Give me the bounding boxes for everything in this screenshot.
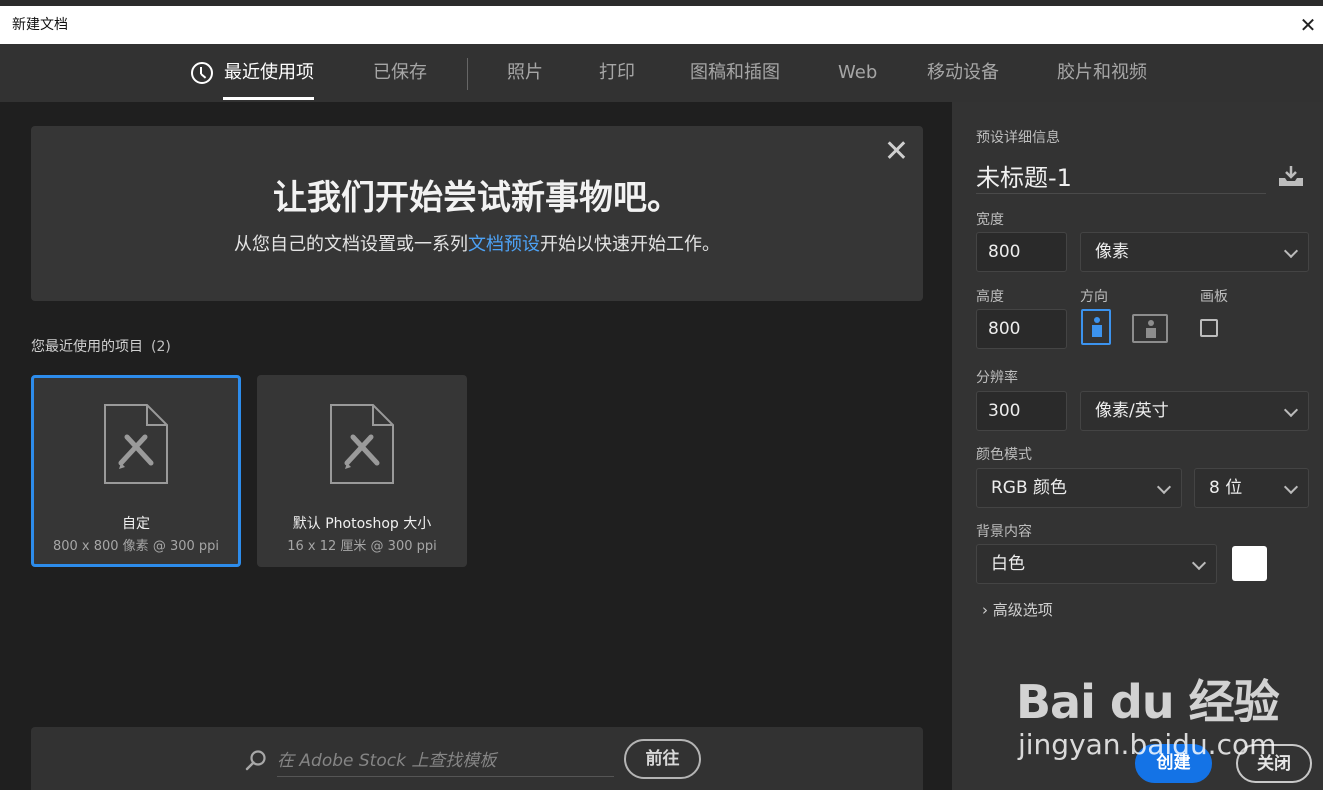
chevron-down-icon xyxy=(1156,479,1172,495)
welcome-subtext-after: 开始以快速开始工作。 xyxy=(540,234,720,255)
document-icon xyxy=(330,404,394,484)
search-icon xyxy=(245,750,266,771)
chevron-down-icon xyxy=(1283,479,1299,495)
landscape-orientation-button[interactable] xyxy=(1132,314,1168,343)
background-label: 背景内容 xyxy=(976,524,1032,540)
resolution-unit-select[interactable]: 像素/英寸 xyxy=(1080,391,1309,431)
welcome-headline: 让我们开始尝试新事物吧。 xyxy=(273,178,681,218)
clock-icon xyxy=(191,62,213,84)
recent-item-meta: 16 x 12 厘米 @ 300 ppi xyxy=(287,539,437,554)
dismiss-banner-button[interactable]: ✕ xyxy=(884,134,909,169)
welcome-subtext: 从您自己的文档设置或一系列文档预设开始以快速开始工作。 xyxy=(31,230,923,256)
recent-item-card[interactable]: 默认 Photoshop 大小 16 x 12 厘米 @ 300 ppi xyxy=(257,375,467,567)
portrait-orientation-button[interactable] xyxy=(1081,309,1111,345)
save-preset-icon[interactable] xyxy=(1277,164,1305,188)
background-color-swatch[interactable] xyxy=(1232,546,1267,581)
document-name-field[interactable]: 未标题-1 xyxy=(976,158,1266,194)
main-content: 让我们开始尝试新事物吧。 从您自己的文档设置或一系列文档预设开始以快速开始工作。… xyxy=(0,102,952,790)
chevron-down-icon xyxy=(1283,243,1299,259)
recent-items-count: (2) xyxy=(151,339,171,355)
portrait-icon xyxy=(1092,317,1102,337)
bit-depth-select[interactable]: 8 位 xyxy=(1194,468,1309,508)
active-tab-underline xyxy=(223,97,314,100)
title-bar: 新建文档 ✕ xyxy=(0,0,1323,44)
orientation-label: 方向 xyxy=(1080,289,1108,305)
recent-items-heading: 您最近使用的项目 (2) xyxy=(31,336,171,356)
watermark-url: jingyan.baidu.com xyxy=(1018,728,1277,761)
artboard-checkbox[interactable] xyxy=(1200,319,1218,337)
resolution-input[interactable]: 300 xyxy=(976,391,1067,431)
tab-photo[interactable]: 照片 xyxy=(507,44,543,102)
tab-divider xyxy=(467,58,468,90)
preset-details-title: 预设详细信息 xyxy=(976,130,1060,146)
stock-search-input[interactable] xyxy=(277,745,614,777)
width-unit-select[interactable]: 像素 xyxy=(1080,232,1309,272)
resolution-unit-value: 像素/英寸 xyxy=(1095,401,1169,421)
width-input[interactable]: 800 xyxy=(976,232,1067,272)
color-mode-select[interactable]: RGB 颜色 xyxy=(976,468,1182,508)
baidu-jingyan-watermark: Bai du 经验 jingyan.baidu.com xyxy=(1010,648,1310,761)
width-unit-value: 像素 xyxy=(1095,242,1129,262)
document-icon xyxy=(104,404,168,484)
tab-film-video[interactable]: 胶片和视频 xyxy=(1057,44,1147,102)
tab-saved[interactable]: 已保存 xyxy=(373,44,427,102)
chevron-down-icon xyxy=(1283,402,1299,418)
stock-search-bar: 前往 xyxy=(31,727,923,790)
tab-recent-label: 最近使用项 xyxy=(224,62,314,83)
bit-depth-value: 8 位 xyxy=(1209,478,1243,498)
watermark-logo-text: Bai du 经验 xyxy=(1016,675,1280,729)
artboard-label: 画板 xyxy=(1200,289,1228,305)
advanced-options-toggle[interactable]: › 高级选项 xyxy=(982,599,1053,620)
window-title: 新建文档 xyxy=(12,17,68,33)
tab-print[interactable]: 打印 xyxy=(599,44,635,102)
color-mode-label: 颜色模式 xyxy=(976,447,1032,463)
resolution-label: 分辨率 xyxy=(976,370,1018,386)
background-value: 白色 xyxy=(991,554,1025,574)
tab-web[interactable]: Web xyxy=(838,44,877,102)
tab-recent[interactable]: 最近使用项 xyxy=(191,44,314,102)
width-label: 宽度 xyxy=(976,212,1004,228)
recent-item-meta: 800 x 800 像素 @ 300 ppi xyxy=(52,539,220,554)
document-presets-link[interactable]: 文档预设 xyxy=(468,234,540,255)
tab-mobile[interactable]: 移动设备 xyxy=(927,44,999,102)
height-label: 高度 xyxy=(976,289,1004,305)
window-close-button[interactable]: ✕ xyxy=(1293,6,1323,44)
background-contents-select[interactable]: 白色 xyxy=(976,544,1217,584)
recent-items-title: 您最近使用的项目 xyxy=(31,339,143,355)
advanced-options-label: 高级选项 xyxy=(992,601,1053,619)
recent-item-name: 自定 xyxy=(122,516,150,532)
landscape-icon xyxy=(1146,320,1156,338)
chevron-right-icon: › xyxy=(982,601,988,619)
chevron-down-icon xyxy=(1191,555,1207,571)
welcome-banner: 让我们开始尝试新事物吧。 从您自己的文档设置或一系列文档预设开始以快速开始工作。… xyxy=(31,126,923,301)
recent-item-name: 默认 Photoshop 大小 xyxy=(292,516,432,532)
tab-art-illustration[interactable]: 图稿和插图 xyxy=(690,44,780,102)
color-mode-value: RGB 颜色 xyxy=(991,478,1068,498)
stock-go-button[interactable]: 前往 xyxy=(624,739,701,779)
preset-category-tabs: 最近使用项 已保存 照片 打印 图稿和插图 Web 移动设备 胶片和视频 xyxy=(0,44,1323,102)
welcome-subtext-before: 从您自己的文档设置或一系列 xyxy=(234,234,468,255)
height-input[interactable]: 800 xyxy=(976,309,1067,349)
recent-item-card[interactable]: 自定 800 x 800 像素 @ 300 ppi xyxy=(31,375,241,567)
